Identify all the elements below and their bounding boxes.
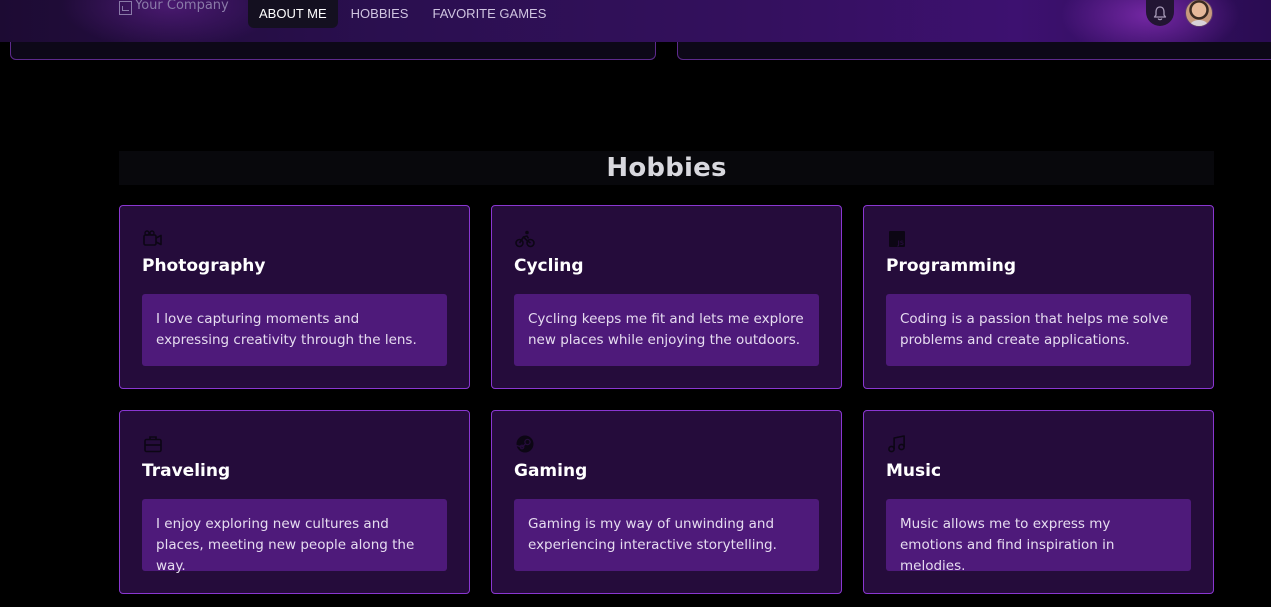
top-navbar: Your Company ABOUT ME HOBBIES FAVORITE G… xyxy=(0,0,1271,42)
bicycle-icon xyxy=(515,230,535,248)
hobby-description: Music allows me to express my emotions a… xyxy=(886,499,1191,574)
hobbies-header: Hobbies xyxy=(119,151,1214,185)
hobby-description: Cycling keeps me fit and lets me explore… xyxy=(514,294,819,366)
hobby-card-gaming: Gaming Gaming is my way of unwinding and… xyxy=(491,410,842,594)
hobby-title: Music xyxy=(886,461,942,481)
section-title: Hobbies xyxy=(606,153,727,183)
hobby-description: I enjoy exploring new cultures and place… xyxy=(142,499,447,574)
suitcase-icon xyxy=(143,435,163,453)
hobby-title: Traveling xyxy=(142,461,231,481)
bell-icon xyxy=(1153,5,1167,20)
javascript-icon: JS xyxy=(887,230,907,248)
hobby-title: Gaming xyxy=(514,461,588,481)
nav-hobbies[interactable]: HOBBIES xyxy=(340,0,420,28)
nav-favorite-games[interactable]: FAVORITE GAMES xyxy=(421,0,557,28)
hobby-card-traveling: Traveling I enjoy exploring new cultures… xyxy=(119,410,470,594)
hobby-card-photography: Photography I love capturing moments and… xyxy=(119,205,470,389)
hobby-card-music: Music Music allows me to express my emot… xyxy=(863,410,1214,594)
video-camera-icon xyxy=(143,230,163,248)
main-nav: ABOUT ME HOBBIES FAVORITE GAMES xyxy=(248,0,559,28)
svg-text:JS: JS xyxy=(897,240,905,247)
hobby-description: I love capturing moments and expressing … xyxy=(142,294,447,366)
hobby-card-cycling: Cycling Cycling keeps me fit and lets me… xyxy=(491,205,842,389)
broken-image-icon xyxy=(119,1,132,15)
hobbies-grid: Photography I love capturing moments and… xyxy=(119,205,1214,594)
user-avatar[interactable] xyxy=(1185,0,1213,27)
about-card-left-edge xyxy=(10,42,656,60)
hobby-description: Gaming is my way of unwinding and experi… xyxy=(514,499,819,571)
hobby-title: Programming xyxy=(886,256,1017,276)
logo-alt-text: Your Company xyxy=(135,0,229,13)
about-card-right-edge xyxy=(677,42,1271,60)
steam-icon xyxy=(515,435,535,453)
company-logo[interactable]: Your Company xyxy=(119,0,229,22)
hobby-card-programming: JS Programming Coding is a passion that … xyxy=(863,205,1214,389)
music-note-icon xyxy=(887,435,907,453)
hobby-description: Coding is a passion that helps me solve … xyxy=(886,294,1191,366)
hobby-title: Photography xyxy=(142,256,266,276)
nav-about-me[interactable]: ABOUT ME xyxy=(248,0,338,28)
hobby-title: Cycling xyxy=(514,256,584,276)
